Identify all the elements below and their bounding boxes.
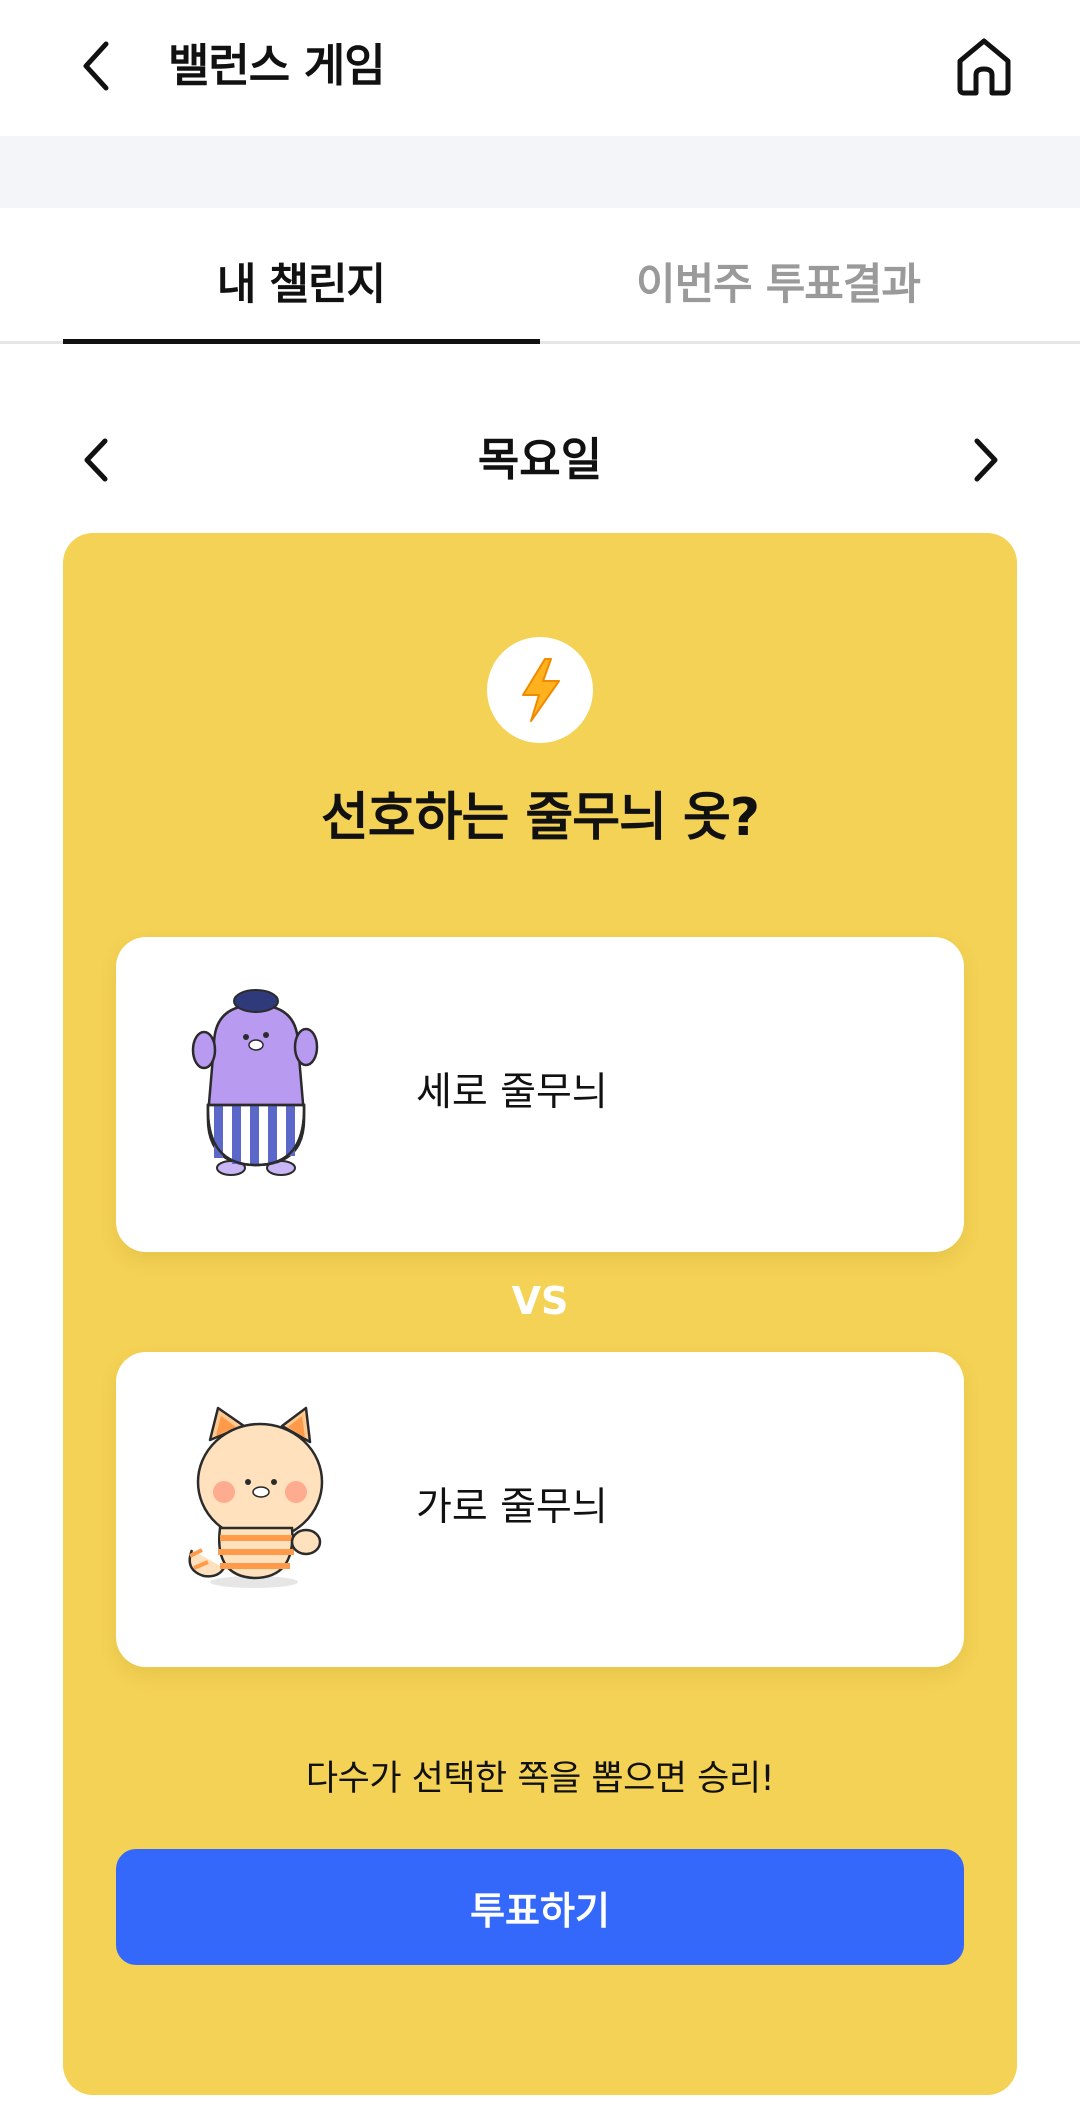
app-header: 밸런스 게임 — [0, 0, 1080, 136]
option-horizontal-stripes[interactable]: 가로 줄무늬 — [116, 1352, 964, 1667]
chevron-right-icon — [974, 438, 998, 482]
question-title: 선호하는 줄무늬 옷? — [320, 788, 760, 848]
option-label: 세로 줄무늬 — [416, 1070, 608, 1115]
page-title: 밸런스 게임 — [168, 39, 386, 92]
back-button[interactable] — [68, 38, 124, 94]
lightning-bolt-icon — [522, 658, 560, 722]
tab-bar: 내 챌린지 이번주 투표결과 — [0, 208, 1080, 344]
section-divider-band — [0, 136, 1080, 208]
active-tab-indicator — [63, 339, 540, 344]
win-condition-hint: 다수가 선택한 쪽을 뽑으면 승리! — [305, 1759, 775, 1799]
day-navigator: 목요일 — [0, 420, 1080, 500]
chevron-left-icon — [83, 41, 109, 91]
chevron-left-icon — [84, 438, 108, 482]
purple-character-illustration — [191, 989, 319, 1176]
badge-circle — [487, 637, 593, 743]
balance-game-card: 선호하는 줄무늬 옷? 세로 줄무늬 VS 가로 줄무늬 다수가 선택한 쪽을 … — [63, 533, 1017, 2095]
tab-my-challenge[interactable]: 내 챌린지 — [63, 208, 539, 344]
home-icon — [957, 38, 1011, 96]
vs-label: VS — [511, 1279, 569, 1323]
vote-button[interactable]: 투표하기 — [116, 1849, 964, 1965]
previous-day-button[interactable] — [68, 432, 124, 488]
tab-weekly-vote-results[interactable]: 이번주 투표결과 — [540, 208, 1016, 344]
cat-character-illustration — [188, 1406, 324, 1588]
day-label: 목요일 — [477, 433, 603, 486]
home-button[interactable] — [950, 32, 1018, 100]
next-day-button[interactable] — [958, 432, 1014, 488]
option-vertical-stripes[interactable]: 세로 줄무늬 — [116, 937, 964, 1252]
option-label: 가로 줄무늬 — [416, 1485, 608, 1530]
